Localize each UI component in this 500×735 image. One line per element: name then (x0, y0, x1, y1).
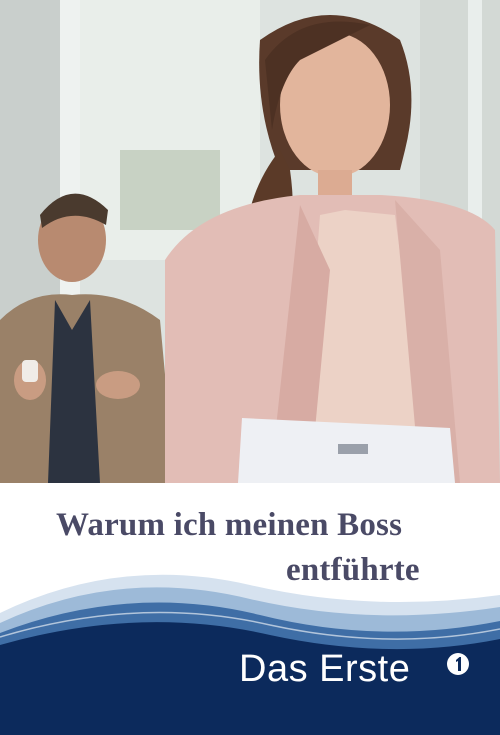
movie-title-line-1: Warum ich meinen Boss (56, 507, 403, 543)
ard-one-logo-icon (446, 652, 470, 676)
channel-name: Das Erste (239, 648, 411, 690)
channel-band (0, 555, 500, 735)
poster-photo (0, 0, 500, 483)
